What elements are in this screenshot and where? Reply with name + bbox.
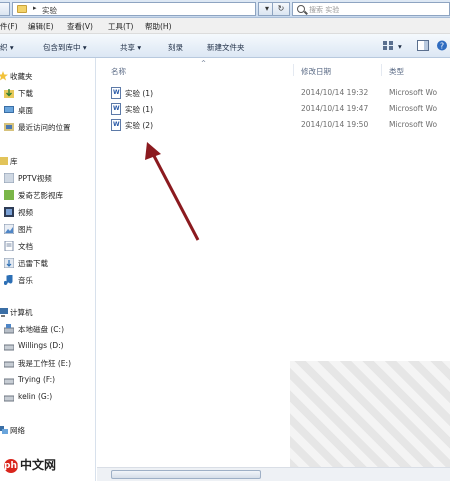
preview-pane-icon[interactable] xyxy=(417,40,429,51)
svg-text:?: ? xyxy=(440,42,444,51)
sidebar-item-recent[interactable]: 最近访问的位置 xyxy=(0,119,96,135)
breadcrumb-arrow-icon[interactable]: ▸ xyxy=(33,4,37,12)
sidebar-item-xunlei[interactable]: 迅雷下载 xyxy=(0,255,96,271)
view-dropdown-chevron-icon[interactable]: ▾ xyxy=(398,42,402,51)
horizontal-scrollbar[interactable] xyxy=(97,467,450,481)
organize-button[interactable]: 织 ▾ xyxy=(0,42,14,53)
iqiyi-icon xyxy=(4,190,14,200)
sidebar-item-favorites[interactable]: 收藏夹 xyxy=(0,68,96,84)
search-input[interactable]: 搜索 实验 xyxy=(292,2,450,16)
new-folder-button[interactable]: 新建文件夹 xyxy=(207,42,245,53)
system-drive-icon xyxy=(4,324,14,334)
include-in-library-button[interactable]: 包含到库中 ▾ xyxy=(43,42,87,53)
star-icon xyxy=(0,71,8,81)
recent-places-icon xyxy=(4,123,14,131)
xunlei-icon xyxy=(4,258,14,268)
scrollbar-thumb[interactable] xyxy=(111,470,261,479)
sidebar-item-drive-c[interactable]: 本地磁盘 (C:) xyxy=(0,321,96,337)
menu-view[interactable]: 查看(V) xyxy=(67,21,93,32)
sidebar-item-libraries[interactable]: 库 xyxy=(0,153,96,169)
pictures-icon xyxy=(4,224,14,234)
sidebar-item-iqiyi[interactable]: 爱奇艺影视库 xyxy=(0,187,96,203)
menu-tools[interactable]: 工具(T) xyxy=(108,21,133,32)
drive-icon xyxy=(4,344,14,351)
documents-icon xyxy=(4,241,14,251)
refresh-button[interactable]: ↻ xyxy=(272,2,290,16)
watermark-logo: php中文网 xyxy=(4,458,57,473)
navigation-pane: 收藏夹 下载 桌面 最近访问的位置 库 PPTV视频 爱奇艺影视库 视频 图片 … xyxy=(0,58,96,481)
sidebar-item-desktop[interactable]: 桌面 xyxy=(0,102,96,118)
pptv-icon xyxy=(4,173,14,183)
sidebar-item-videos[interactable]: 视频 xyxy=(0,204,96,220)
sidebar-item-documents[interactable]: 文档 xyxy=(0,238,96,254)
address-bar: ▸ 实验 ▾ ↻ 搜索 实验 xyxy=(0,0,450,18)
back-button[interactable] xyxy=(0,2,10,16)
share-button[interactable]: 共享 ▾ xyxy=(120,42,141,53)
sidebar-item-drive-e[interactable]: 我是工作狂 (E:) xyxy=(0,355,96,371)
menu-file[interactable]: 件(F) xyxy=(0,21,18,32)
menu-bar: 件(F) 编辑(E) 查看(V) 工具(T) 帮助(H) xyxy=(0,18,450,34)
search-placeholder: 搜索 实验 xyxy=(309,6,340,14)
menu-edit[interactable]: 编辑(E) xyxy=(28,21,54,32)
sidebar-item-pptv[interactable]: PPTV视频 xyxy=(0,170,96,186)
library-icon xyxy=(0,157,8,165)
video-icon xyxy=(4,207,14,217)
sidebar-item-network[interactable]: 网络 xyxy=(0,422,96,438)
menu-help[interactable]: 帮助(H) xyxy=(145,21,172,32)
address-input[interactable]: ▸ 实验 xyxy=(12,2,256,16)
sidebar-item-drive-d[interactable]: Willings (D:) xyxy=(0,338,96,354)
view-options-icon[interactable] xyxy=(382,40,394,51)
computer-icon xyxy=(0,308,8,317)
network-icon xyxy=(0,426,8,434)
folder-icon xyxy=(17,5,27,13)
help-icon[interactable]: ? xyxy=(436,40,448,51)
sidebar-item-computer[interactable]: 计算机 xyxy=(0,304,96,320)
command-toolbar: 织 ▾ 包含到库中 ▾ 共享 ▾ 刻录 新建文件夹 ▾ ? xyxy=(0,34,450,58)
sidebar-item-music[interactable]: 音乐 xyxy=(0,272,96,288)
search-icon xyxy=(297,5,305,13)
downloads-folder-icon xyxy=(4,89,14,98)
drive-icon xyxy=(4,361,14,368)
desktop-icon xyxy=(4,106,14,113)
sidebar-item-drive-f[interactable]: Trying (F:) xyxy=(0,372,96,388)
sidebar-item-pictures[interactable]: 图片 xyxy=(0,221,96,237)
file-list-pane: 名称 ^ 修改日期 类型 实验 (1) 2014/10/14 19:32 Mic… xyxy=(97,58,450,481)
blurred-region xyxy=(290,361,450,481)
drive-icon xyxy=(4,378,14,385)
music-icon xyxy=(4,275,13,285)
breadcrumb-current[interactable]: 实验 xyxy=(42,5,57,16)
sidebar-item-drive-g[interactable]: kelin (G:) xyxy=(0,389,96,405)
drive-icon xyxy=(4,395,14,402)
sidebar-item-downloads[interactable]: 下载 xyxy=(0,85,96,101)
burn-button[interactable]: 刻录 xyxy=(168,42,183,53)
